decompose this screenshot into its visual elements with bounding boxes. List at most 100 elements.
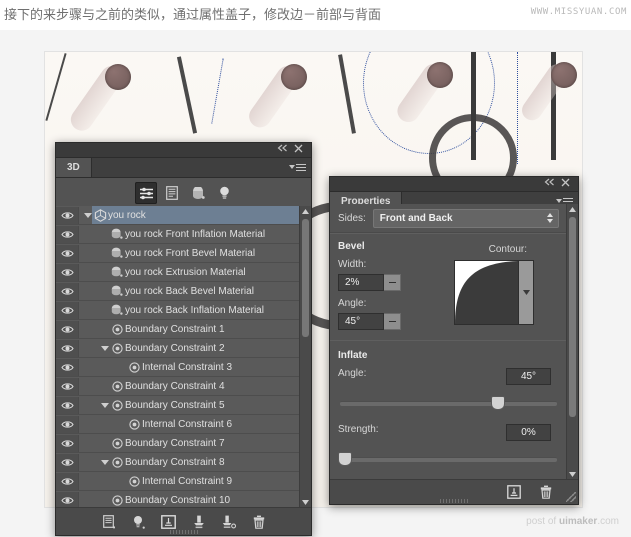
scene-tree-row[interactable]: Internal Constraint 9 [56, 472, 311, 491]
slider-knob[interactable] [491, 396, 505, 410]
scene-tree-row[interactable]: Boundary Constraint 10 [56, 491, 311, 508]
new-3d-extrusion-button[interactable] [506, 484, 522, 500]
panel-resize-grip[interactable] [170, 530, 198, 534]
scene-tree-row-label-wrap[interactable]: Boundary Constraint 2 [109, 339, 311, 357]
scene-tree-row-body[interactable]: you rock Front Bevel Material [79, 244, 311, 262]
visibility-toggle[interactable] [56, 416, 79, 433]
collapse-icon[interactable] [277, 144, 289, 156]
scene-tree-row[interactable]: you rock [56, 206, 311, 225]
scene-tree-row[interactable]: you rock Back Bevel Material [56, 282, 311, 301]
collapse-icon[interactable] [544, 178, 556, 190]
scene-tree-row[interactable]: Boundary Constraint 5 [56, 396, 311, 415]
twirl-toggle[interactable] [100, 453, 109, 471]
scene-tree-row-label-wrap[interactable]: Internal Constraint 9 [126, 472, 311, 490]
properties-scrollbar[interactable] [566, 204, 578, 480]
add-point-light-button[interactable] [191, 514, 207, 530]
scene-tree-row-label-wrap[interactable]: you rock Front Inflation Material [109, 225, 311, 243]
bevel-width-stepper[interactable] [384, 274, 401, 291]
panel-resize-grip-bottom[interactable] [440, 499, 468, 503]
scene-tree-row-body[interactable]: Boundary Constraint 4 [79, 377, 311, 395]
visibility-toggle[interactable] [56, 454, 79, 471]
filter-scene-button[interactable] [135, 182, 157, 204]
scene-tree-row-body[interactable]: you rock Extrusion Material [79, 263, 311, 281]
close-icon[interactable] [561, 178, 573, 190]
scrollbar-thumb[interactable] [302, 219, 309, 337]
inflate-angle-slider[interactable] [338, 396, 559, 410]
stepper-icon[interactable] [546, 213, 553, 223]
scene-tree-row-body[interactable]: Boundary Constraint 1 [79, 320, 311, 338]
visibility-toggle[interactable] [56, 264, 79, 281]
scene-tree-row-body[interactable]: Boundary Constraint 7 [79, 434, 311, 452]
scene-tree-row-body[interactable]: Boundary Constraint 8 [79, 453, 311, 471]
visibility-toggle[interactable] [56, 207, 79, 224]
scene-tree-row-body[interactable]: Boundary Constraint 2 [79, 339, 311, 357]
scene-tree-row[interactable]: Boundary Constraint 4 [56, 377, 311, 396]
scroll-up-icon[interactable] [300, 206, 311, 217]
scene-tree-row-label-wrap[interactable]: you rock [92, 206, 311, 224]
sides-select[interactable]: Front and Back [373, 209, 559, 228]
visibility-toggle[interactable] [56, 492, 79, 509]
slider-knob[interactable] [338, 452, 352, 466]
scene-tree-row-body[interactable]: Internal Constraint 6 [79, 415, 311, 433]
scene-tree-row-label-wrap[interactable]: Boundary Constraint 7 [109, 434, 311, 452]
scene-tree-row-label-wrap[interactable]: Boundary Constraint 8 [109, 453, 311, 471]
scene-tree-row[interactable]: Boundary Constraint 1 [56, 320, 311, 339]
scene-tree-row-body[interactable]: you rock Back Bevel Material [79, 282, 311, 300]
bevel-width-input[interactable]: 2% [338, 274, 384, 291]
visibility-toggle[interactable] [56, 302, 79, 319]
visibility-toggle[interactable] [56, 245, 79, 262]
scene-tree-row-body[interactable]: Boundary Constraint 5 [79, 396, 311, 414]
scene-tree-row-body[interactable]: Internal Constraint 9 [79, 472, 311, 490]
filter-lights-button[interactable] [213, 182, 235, 204]
scene-tree-row-body[interactable]: you rock [79, 206, 311, 224]
scroll-up-icon[interactable] [567, 204, 578, 215]
twirl-toggle[interactable] [100, 339, 109, 357]
visibility-toggle[interactable] [56, 359, 79, 376]
inflate-strength-slider[interactable] [338, 452, 559, 466]
scene-tree-row-label-wrap[interactable]: Boundary Constraint 10 [109, 491, 311, 508]
scene-tree-row[interactable]: Boundary Constraint 7 [56, 434, 311, 453]
add-spot-light-button[interactable] [221, 514, 237, 530]
bevel-angle-input[interactable]: 45° [338, 313, 384, 330]
close-icon[interactable] [294, 144, 306, 156]
inflate-angle-input[interactable]: 45° [506, 368, 551, 385]
scene-tree-row[interactable]: you rock Front Inflation Material [56, 225, 311, 244]
visibility-toggle[interactable] [56, 397, 79, 414]
visibility-toggle[interactable] [56, 378, 79, 395]
scene-tree-row-label-wrap[interactable]: Boundary Constraint 1 [109, 320, 311, 338]
contour-dropdown-button[interactable] [518, 260, 534, 325]
scene-tree-row[interactable]: Internal Constraint 6 [56, 415, 311, 434]
scene-tree-row-body[interactable]: Boundary Constraint 10 [79, 491, 311, 508]
bevel-angle-stepper[interactable] [384, 313, 401, 330]
scene-tree-row-body[interactable]: you rock Back Inflation Material [79, 301, 311, 319]
scene-tree-row[interactable]: Internal Constraint 3 [56, 358, 311, 377]
scene-tree-row[interactable]: Boundary Constraint 8 [56, 453, 311, 472]
scene-tree-row[interactable]: Boundary Constraint 2 [56, 339, 311, 358]
scene-tree-row-label-wrap[interactable]: Boundary Constraint 4 [109, 377, 311, 395]
add-light-button[interactable] [131, 514, 147, 530]
visibility-toggle[interactable] [56, 473, 79, 490]
filter-mesh-button[interactable] [161, 182, 183, 204]
scene-tree-scrollbar[interactable] [299, 206, 311, 508]
scene-tree-row-label-wrap[interactable]: Internal Constraint 6 [126, 415, 311, 433]
tab-3d[interactable]: 3D [56, 158, 92, 177]
scene-tree-row-label-wrap[interactable]: you rock Back Bevel Material [109, 282, 311, 300]
delete-button[interactable] [251, 514, 267, 530]
visibility-toggle[interactable] [56, 435, 79, 452]
panel-resize-grip[interactable] [566, 492, 576, 502]
scene-tree-list[interactable]: you rockyou rock Front Inflation Materia… [56, 206, 311, 508]
scene-tree-row-label-wrap[interactable]: you rock Back Inflation Material [109, 301, 311, 319]
twirl-toggle[interactable] [100, 396, 109, 414]
visibility-toggle[interactable] [56, 321, 79, 338]
scene-tree-row[interactable]: you rock Back Inflation Material [56, 301, 311, 320]
scene-tree-row-label-wrap[interactable]: you rock Extrusion Material [109, 263, 311, 281]
inflate-strength-input[interactable]: 0% [506, 424, 551, 441]
toggle-ground-plane-button[interactable] [161, 514, 177, 530]
scene-tree-row-body[interactable]: you rock Front Inflation Material [79, 225, 311, 243]
scene-tree-row-body[interactable]: Internal Constraint 3 [79, 358, 311, 376]
twirl-toggle[interactable] [83, 206, 92, 224]
visibility-toggle[interactable] [56, 340, 79, 357]
contour-preview[interactable] [454, 260, 519, 325]
visibility-toggle[interactable] [56, 226, 79, 243]
panel-menu-icon[interactable] [293, 162, 307, 173]
